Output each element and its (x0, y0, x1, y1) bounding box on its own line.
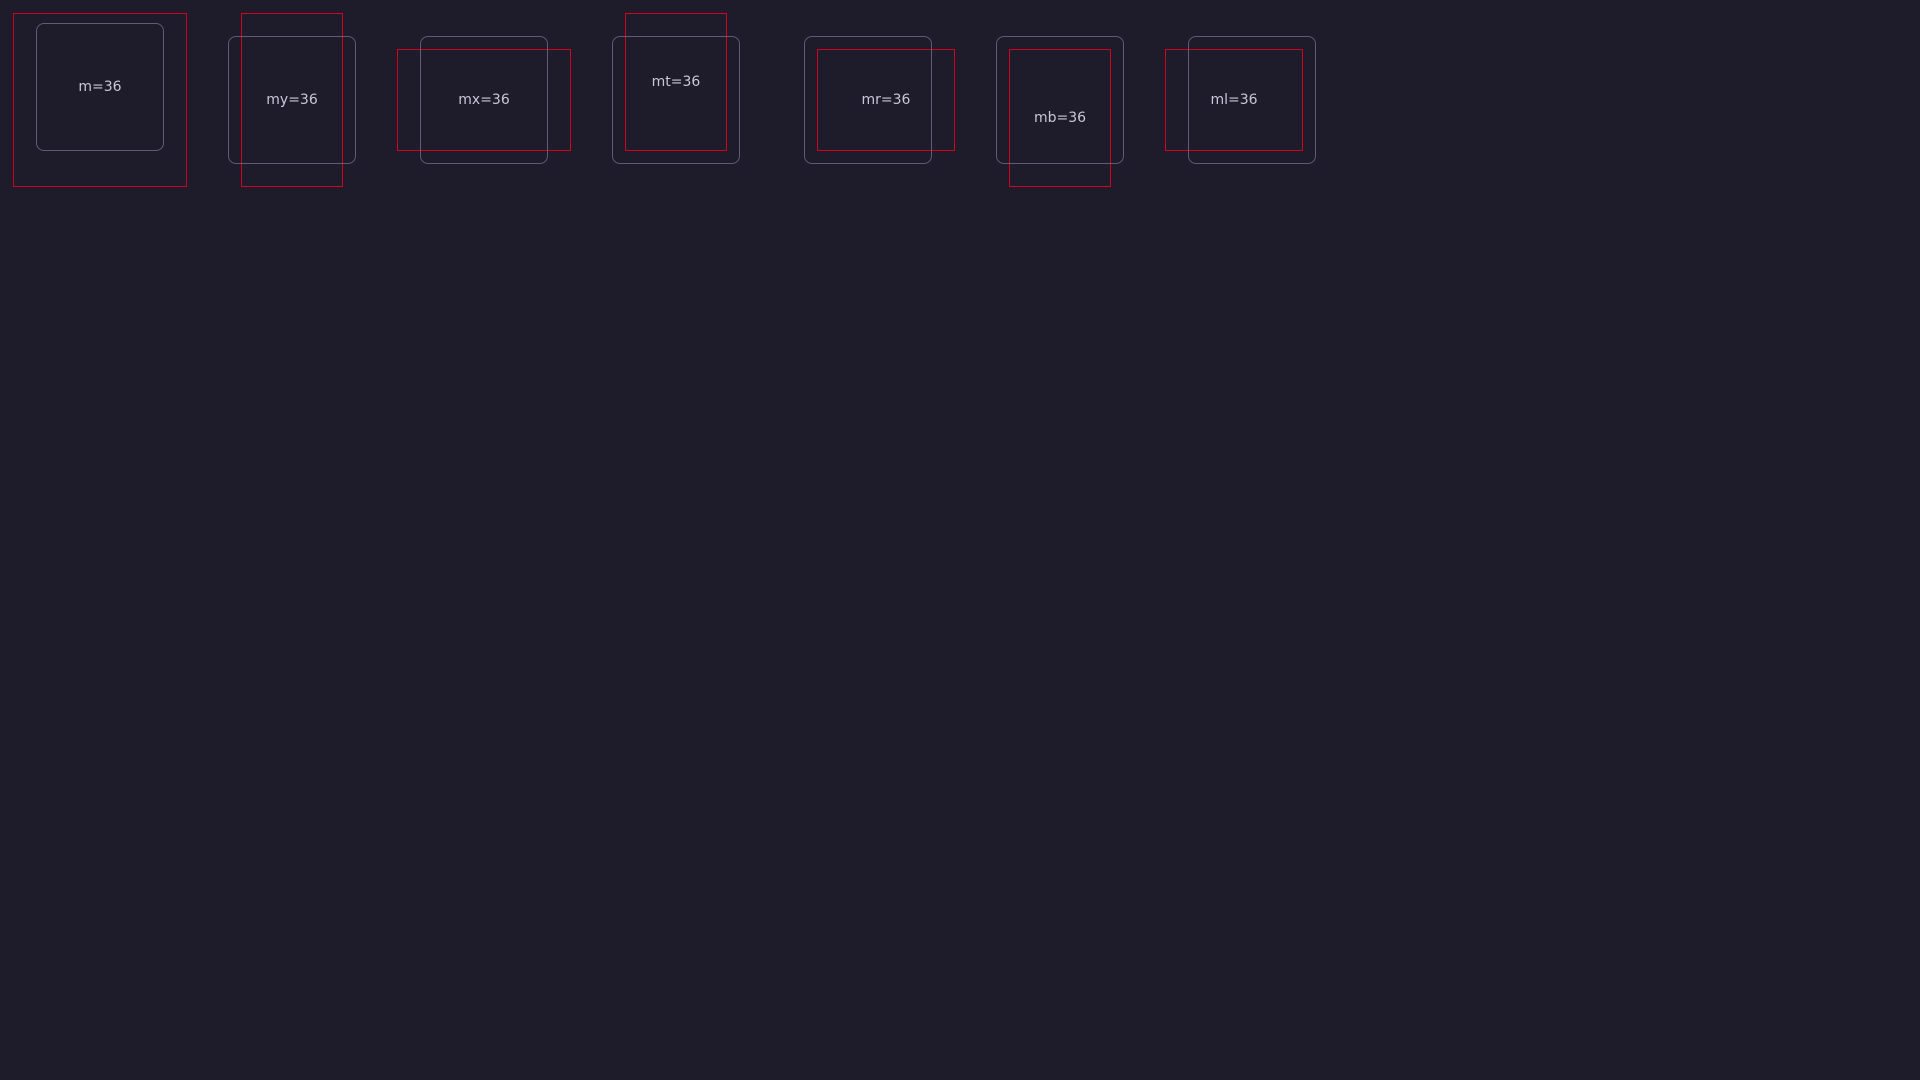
demo-box: m=36 (36, 23, 164, 151)
box-label: mx=36 (458, 92, 510, 108)
demo-box: mt=36 (612, 36, 740, 164)
demo-box: my=36 (228, 36, 356, 164)
box-label: m=36 (78, 79, 122, 95)
box-label: mr=36 (861, 92, 911, 108)
demo-box: mb=36 (996, 36, 1124, 164)
demo-box: mx=36 (420, 36, 548, 164)
box-label: mb=36 (1033, 110, 1087, 126)
demo-box: ml=36 (1188, 36, 1316, 164)
box-label: mt=36 (651, 74, 701, 90)
demo-box: mr=36 (804, 36, 932, 164)
box-label: ml=36 (1210, 92, 1258, 108)
box-label: my=36 (266, 92, 318, 108)
